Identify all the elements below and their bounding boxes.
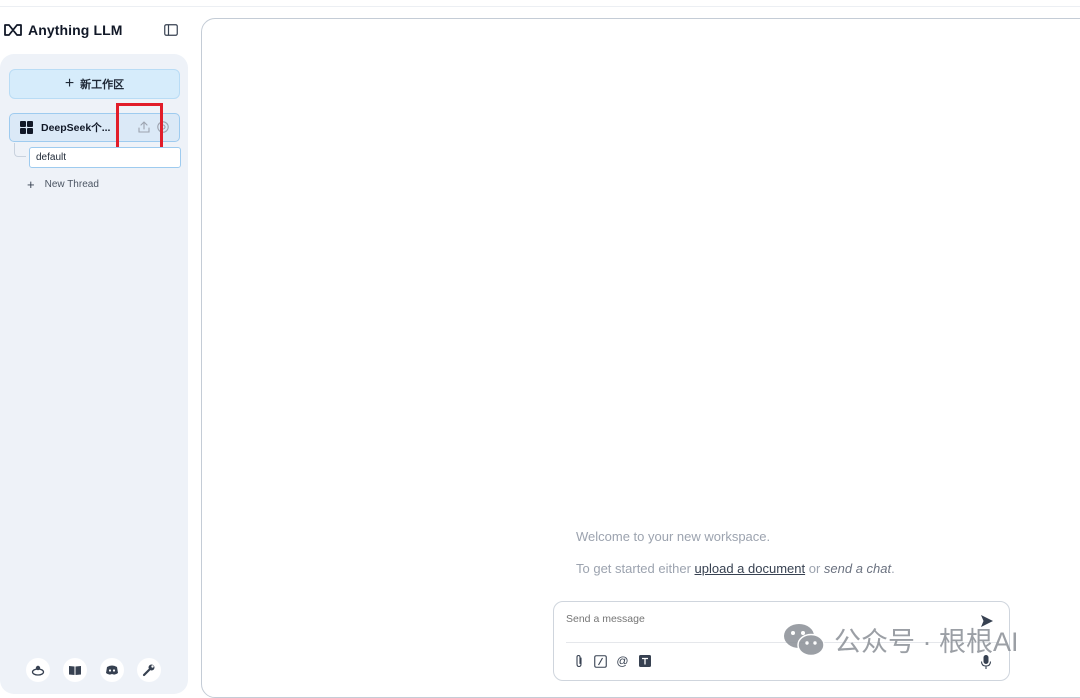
top-divider bbox=[0, 6, 1080, 7]
docs-book-icon[interactable] bbox=[63, 658, 87, 682]
anything-llm-logo-icon bbox=[4, 24, 22, 36]
thread-item-default[interactable]: default bbox=[29, 147, 181, 168]
plus-icon: + bbox=[27, 177, 35, 192]
sidebar-toggle-button[interactable] bbox=[162, 21, 180, 39]
app-title: Anything LLM bbox=[28, 22, 123, 38]
send-chat-text: send a chat bbox=[823, 561, 892, 576]
composer-tools: @ bbox=[572, 654, 651, 668]
upload-document-link[interactable]: upload a document bbox=[695, 561, 806, 576]
discord-icon[interactable] bbox=[100, 658, 124, 682]
new-workspace-button[interactable]: + 新工作区 bbox=[9, 69, 180, 99]
thread-branch-line bbox=[14, 143, 26, 157]
new-thread-label: New Thread bbox=[44, 179, 99, 190]
text-size-icon[interactable] bbox=[638, 654, 651, 668]
attachment-icon[interactable] bbox=[572, 654, 585, 668]
plus-icon: + bbox=[64, 75, 75, 92]
workspace-grid-icon bbox=[20, 121, 33, 134]
app-logo: Anything LLM bbox=[4, 18, 123, 42]
watermark-text: 公众号 · 根根AI bbox=[834, 627, 1019, 657]
settings-wrench-icon[interactable] bbox=[137, 658, 161, 682]
new-thread-button[interactable]: + New Thread bbox=[27, 178, 99, 191]
new-workspace-label: 新工作区 bbox=[80, 79, 125, 91]
at-mention-icon[interactable]: @ bbox=[616, 654, 629, 668]
watermark: 公众号 · 根根AI bbox=[782, 620, 1019, 659]
wechat-logo-icon bbox=[784, 623, 825, 656]
sidebar-toggle-icon bbox=[164, 24, 178, 36]
annotation-highlight-box bbox=[116, 103, 163, 150]
community-hub-icon[interactable] bbox=[26, 658, 50, 682]
thread-label: default bbox=[36, 152, 67, 163]
sidebar-footer bbox=[26, 658, 161, 682]
chat-panel bbox=[201, 18, 1080, 698]
welcome-message: Welcome to your new workspace. bbox=[576, 529, 771, 544]
get-started-message: To get started either upload a document … bbox=[576, 561, 895, 576]
slash-command-icon[interactable] bbox=[594, 654, 607, 668]
workspace-label: DeepSeek个... bbox=[41, 122, 111, 134]
